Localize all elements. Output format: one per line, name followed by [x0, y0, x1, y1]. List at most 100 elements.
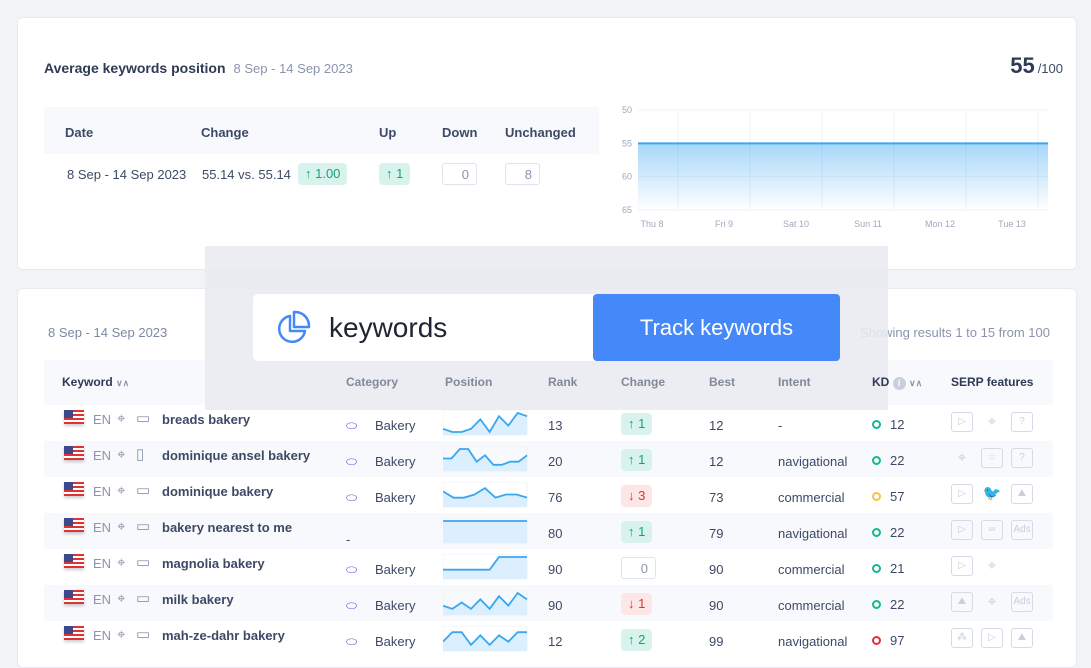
tag-icon: ⬭: [346, 598, 358, 613]
category: -: [346, 532, 351, 547]
kd: 21: [872, 561, 904, 576]
change-badge: ↓ 1: [621, 593, 653, 615]
tag-icon: ⬭: [346, 418, 358, 433]
position-sparkline: [443, 590, 528, 616]
table-row[interactable]: EN ⌖ ▭ milk bakery ⬭ Bakery 90 ↓ 1 90 com…: [44, 585, 1053, 621]
th-keyword[interactable]: Keyword ∨∧: [62, 375, 129, 389]
change-badge: ↓ 3: [621, 485, 653, 507]
keyword[interactable]: bakery nearest to me: [162, 520, 292, 535]
position-sparkline: [443, 626, 528, 652]
table-row[interactable]: EN ⌖ ▭ bakery nearest to me - 80 ↑ 1 79 …: [44, 513, 1053, 549]
map-pin-icon[interactable]: ⌖: [981, 412, 1003, 432]
rank: 76: [548, 490, 563, 505]
th-intent[interactable]: Intent: [778, 375, 811, 389]
kd: 22: [872, 597, 904, 612]
x-tick-label: Tue 13: [998, 219, 1026, 229]
stars-icon[interactable]: ⁂: [951, 628, 973, 648]
kd: 22: [872, 453, 904, 468]
keyword[interactable]: milk bakery: [162, 592, 234, 607]
map-pin-icon[interactable]: ⌖: [981, 556, 1003, 576]
mobile-icon: ▯: [136, 446, 145, 463]
tag-icon: ⬭: [346, 490, 358, 505]
keyword[interactable]: breads bakery: [162, 412, 250, 427]
x-tick-label: Sun 11: [854, 219, 882, 229]
language: EN: [93, 448, 112, 463]
table-row[interactable]: EN ⌖ ▭ mah-ze-dahr bakery ⬭ Bakery 12 ↑ 2…: [44, 621, 1053, 657]
image-icon[interactable]: ⛰: [1011, 484, 1033, 504]
map-pin-icon[interactable]: ⌖: [981, 592, 1003, 612]
question-icon[interactable]: ?: [1011, 412, 1033, 432]
col-change: Change: [201, 125, 249, 140]
th-kd[interactable]: KD i ∨∧: [872, 375, 922, 390]
language: EN: [93, 412, 112, 427]
th-best[interactable]: Best: [709, 375, 735, 389]
info-icon[interactable]: i: [892, 377, 906, 390]
kd: 57: [872, 489, 904, 504]
us-flag-icon: [64, 446, 84, 460]
image-icon[interactable]: ⛰: [951, 592, 973, 612]
video-icon[interactable]: ▷: [951, 484, 973, 504]
table-row[interactable]: EN ⌖ ▭ dominique bakery ⬭ Bakery 76 ↓ 3 7…: [44, 477, 1053, 513]
unchanged-box: 8: [505, 163, 540, 185]
kd: 12: [872, 417, 904, 432]
intent: commercial: [778, 598, 845, 613]
image-icon[interactable]: ⛰: [1011, 628, 1033, 648]
question-icon[interactable]: ?: [1011, 448, 1033, 468]
keyword[interactable]: mah-ze-dahr bakery: [162, 628, 285, 643]
location-icon: ⌖: [117, 482, 126, 499]
rank: 13: [548, 418, 563, 433]
language: EN: [93, 484, 112, 499]
map-pin-icon[interactable]: ⌖: [951, 448, 973, 468]
keyword[interactable]: magnolia bakery: [162, 556, 265, 571]
keyword[interactable]: dominique bakery: [162, 484, 273, 499]
rank: 80: [548, 526, 563, 541]
col-unchanged: Unchanged: [505, 125, 576, 140]
video-icon[interactable]: ▷: [981, 628, 1003, 648]
video-icon[interactable]: ▷: [951, 520, 973, 540]
us-flag-icon: [64, 482, 84, 496]
intent: commercial: [778, 490, 845, 505]
language: EN: [93, 556, 112, 571]
table-row[interactable]: EN ⌖ ▯ dominique ansel bakery ⬭ Bakery 20…: [44, 441, 1053, 477]
best: 73: [709, 490, 724, 505]
location-icon: ⌖: [117, 518, 126, 535]
intent: commercial: [778, 562, 845, 577]
language: EN: [93, 628, 112, 643]
score: 55/100: [1010, 53, 1063, 78]
best: 99: [709, 634, 724, 649]
th-change[interactable]: Change: [621, 375, 665, 389]
video-icon[interactable]: ▷: [951, 412, 973, 432]
pie-chart-icon: [277, 310, 311, 344]
x-tick-label: Sat 10: [783, 219, 809, 229]
twitter-icon[interactable]: 🐦: [981, 484, 1003, 504]
th-rank[interactable]: Rank: [548, 375, 577, 389]
sparkline-area: [443, 449, 527, 471]
position-sparkline: [443, 554, 528, 580]
th-category[interactable]: Category: [346, 375, 398, 389]
ads-icon[interactable]: Ads: [1011, 592, 1033, 612]
th-position[interactable]: Position: [445, 375, 492, 389]
location-icon: ⌖: [117, 446, 126, 463]
table-row[interactable]: EN ⌖ ▭ breads bakery ⬭ Bakery 13 ↑ 1 12 -…: [44, 405, 1053, 441]
tag-icon: ⬭: [346, 454, 358, 469]
link-icon[interactable]: ∞: [981, 520, 1003, 540]
y-tick-label: 60: [622, 172, 632, 182]
desktop-icon: ▭: [136, 410, 151, 427]
kd-indicator-icon: [872, 636, 881, 645]
kd: 97: [872, 633, 904, 648]
no-star-icon[interactable]: ☆: [981, 448, 1003, 468]
desktop-icon: ▭: [136, 626, 151, 643]
rank: 90: [548, 562, 563, 577]
keyword[interactable]: dominique ansel bakery: [162, 448, 310, 463]
video-icon[interactable]: ▷: [951, 556, 973, 576]
best: 12: [709, 418, 724, 433]
ads-icon[interactable]: Ads: [1011, 520, 1033, 540]
summary-change: 55.14 vs. 55.14: [202, 167, 291, 182]
location-icon: ⌖: [117, 410, 126, 427]
y-tick-label: 65: [622, 205, 632, 215]
table-row[interactable]: EN ⌖ ▭ magnolia bakery ⬭ Bakery 90 0 90 c…: [44, 549, 1053, 585]
category: Bakery: [375, 562, 416, 577]
change-badge: ↑ 1.00: [298, 163, 348, 185]
track-keywords-button[interactable]: Track keywords: [593, 294, 840, 361]
tag-icon: ⬭: [346, 634, 358, 649]
